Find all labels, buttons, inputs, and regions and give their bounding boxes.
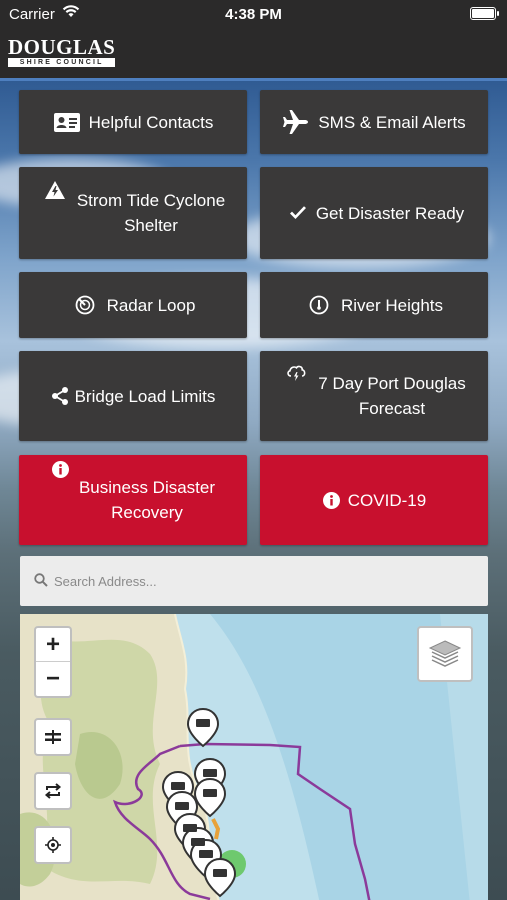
forecast-label-line2: Forecast bbox=[358, 399, 426, 418]
repeat-icon bbox=[44, 783, 62, 799]
measure-button[interactable] bbox=[36, 720, 70, 754]
get-disaster-ready-label: Get Disaster Ready bbox=[315, 203, 465, 223]
sms-email-alerts-button[interactable]: SMS & Email Alerts bbox=[260, 90, 488, 154]
search-icon bbox=[34, 573, 48, 592]
rotate-control bbox=[34, 772, 72, 810]
cloud-lightning-icon bbox=[282, 365, 310, 382]
map-view[interactable]: + − bbox=[20, 614, 488, 900]
sms-email-alerts-label: SMS & Email Alerts bbox=[318, 112, 466, 132]
status-bar: Carrier 4:38 PM bbox=[0, 0, 507, 28]
zoom-out-button[interactable]: − bbox=[36, 662, 70, 696]
layers-icon bbox=[428, 640, 462, 667]
equals-tool-icon bbox=[45, 730, 61, 744]
address-search-bar[interactable] bbox=[20, 556, 488, 606]
bridge-load-limits-button[interactable]: Bridge Load Limits bbox=[19, 351, 247, 441]
business-disaster-recovery-button[interactable]: Business Disaster Recovery bbox=[19, 455, 247, 545]
business-recovery-label-line2: Recovery bbox=[111, 503, 183, 522]
locate-control bbox=[34, 826, 72, 864]
checkmark-icon bbox=[284, 206, 312, 220]
radar-icon bbox=[71, 295, 99, 315]
contact-card-icon bbox=[53, 112, 81, 132]
port-douglas-forecast-button[interactable]: 7 Day Port Douglas Forecast bbox=[260, 351, 488, 441]
storm-shelter-label-line2: Shelter bbox=[124, 216, 178, 235]
helpful-contacts-label: Helpful Contacts bbox=[88, 112, 214, 132]
storm-tide-cyclone-shelter-button[interactable]: Strom Tide Cyclone Shelter bbox=[19, 167, 247, 259]
logo-main-text: DOUGLAS bbox=[8, 35, 116, 59]
logo-sub-text: SHIRE COUNCIL bbox=[8, 58, 116, 67]
airplane-icon bbox=[282, 110, 310, 134]
clock: 4:38 PM bbox=[225, 6, 282, 23]
gauge-icon bbox=[305, 295, 333, 315]
accent-line bbox=[0, 78, 507, 81]
warning-bolt-icon bbox=[41, 181, 69, 199]
share-icon bbox=[51, 387, 69, 405]
locate-button[interactable] bbox=[36, 828, 70, 862]
river-heights-button[interactable]: River Heights bbox=[260, 272, 488, 338]
covid-19-label: COVID-19 bbox=[347, 490, 427, 510]
storm-shelter-label-line1: Strom Tide Cyclone bbox=[76, 191, 226, 210]
forecast-label-line1: 7 Day Port Douglas bbox=[318, 374, 466, 393]
measure-control bbox=[34, 718, 72, 756]
radar-loop-button[interactable]: Radar Loop bbox=[19, 272, 247, 338]
covid-19-button[interactable]: COVID-19 bbox=[260, 455, 488, 545]
zoom-in-button[interactable]: + bbox=[36, 628, 70, 662]
river-heights-label: River Heights bbox=[340, 295, 444, 315]
main-content[interactable]: Helpful Contacts SMS & Email Alerts Stro… bbox=[0, 78, 507, 900]
app-header: DOUGLAS SHIRE COUNCIL bbox=[0, 28, 507, 78]
douglas-shire-logo: DOUGLAS SHIRE COUNCIL bbox=[8, 35, 116, 67]
zoom-control: + − bbox=[34, 626, 72, 698]
rotate-button[interactable] bbox=[36, 774, 70, 808]
battery-icon bbox=[470, 7, 499, 20]
bridge-load-limits-label: Bridge Load Limits bbox=[74, 386, 216, 406]
radar-loop-label: Radar Loop bbox=[106, 295, 196, 315]
crosshair-icon bbox=[45, 837, 61, 853]
layers-button[interactable] bbox=[417, 626, 473, 682]
search-input[interactable] bbox=[54, 568, 474, 594]
info-icon bbox=[51, 461, 71, 478]
business-recovery-label-line1: Business Disaster bbox=[78, 478, 216, 497]
info-icon bbox=[322, 491, 342, 509]
helpful-contacts-button[interactable]: Helpful Contacts bbox=[19, 90, 247, 154]
get-disaster-ready-button[interactable]: Get Disaster Ready bbox=[260, 167, 488, 259]
